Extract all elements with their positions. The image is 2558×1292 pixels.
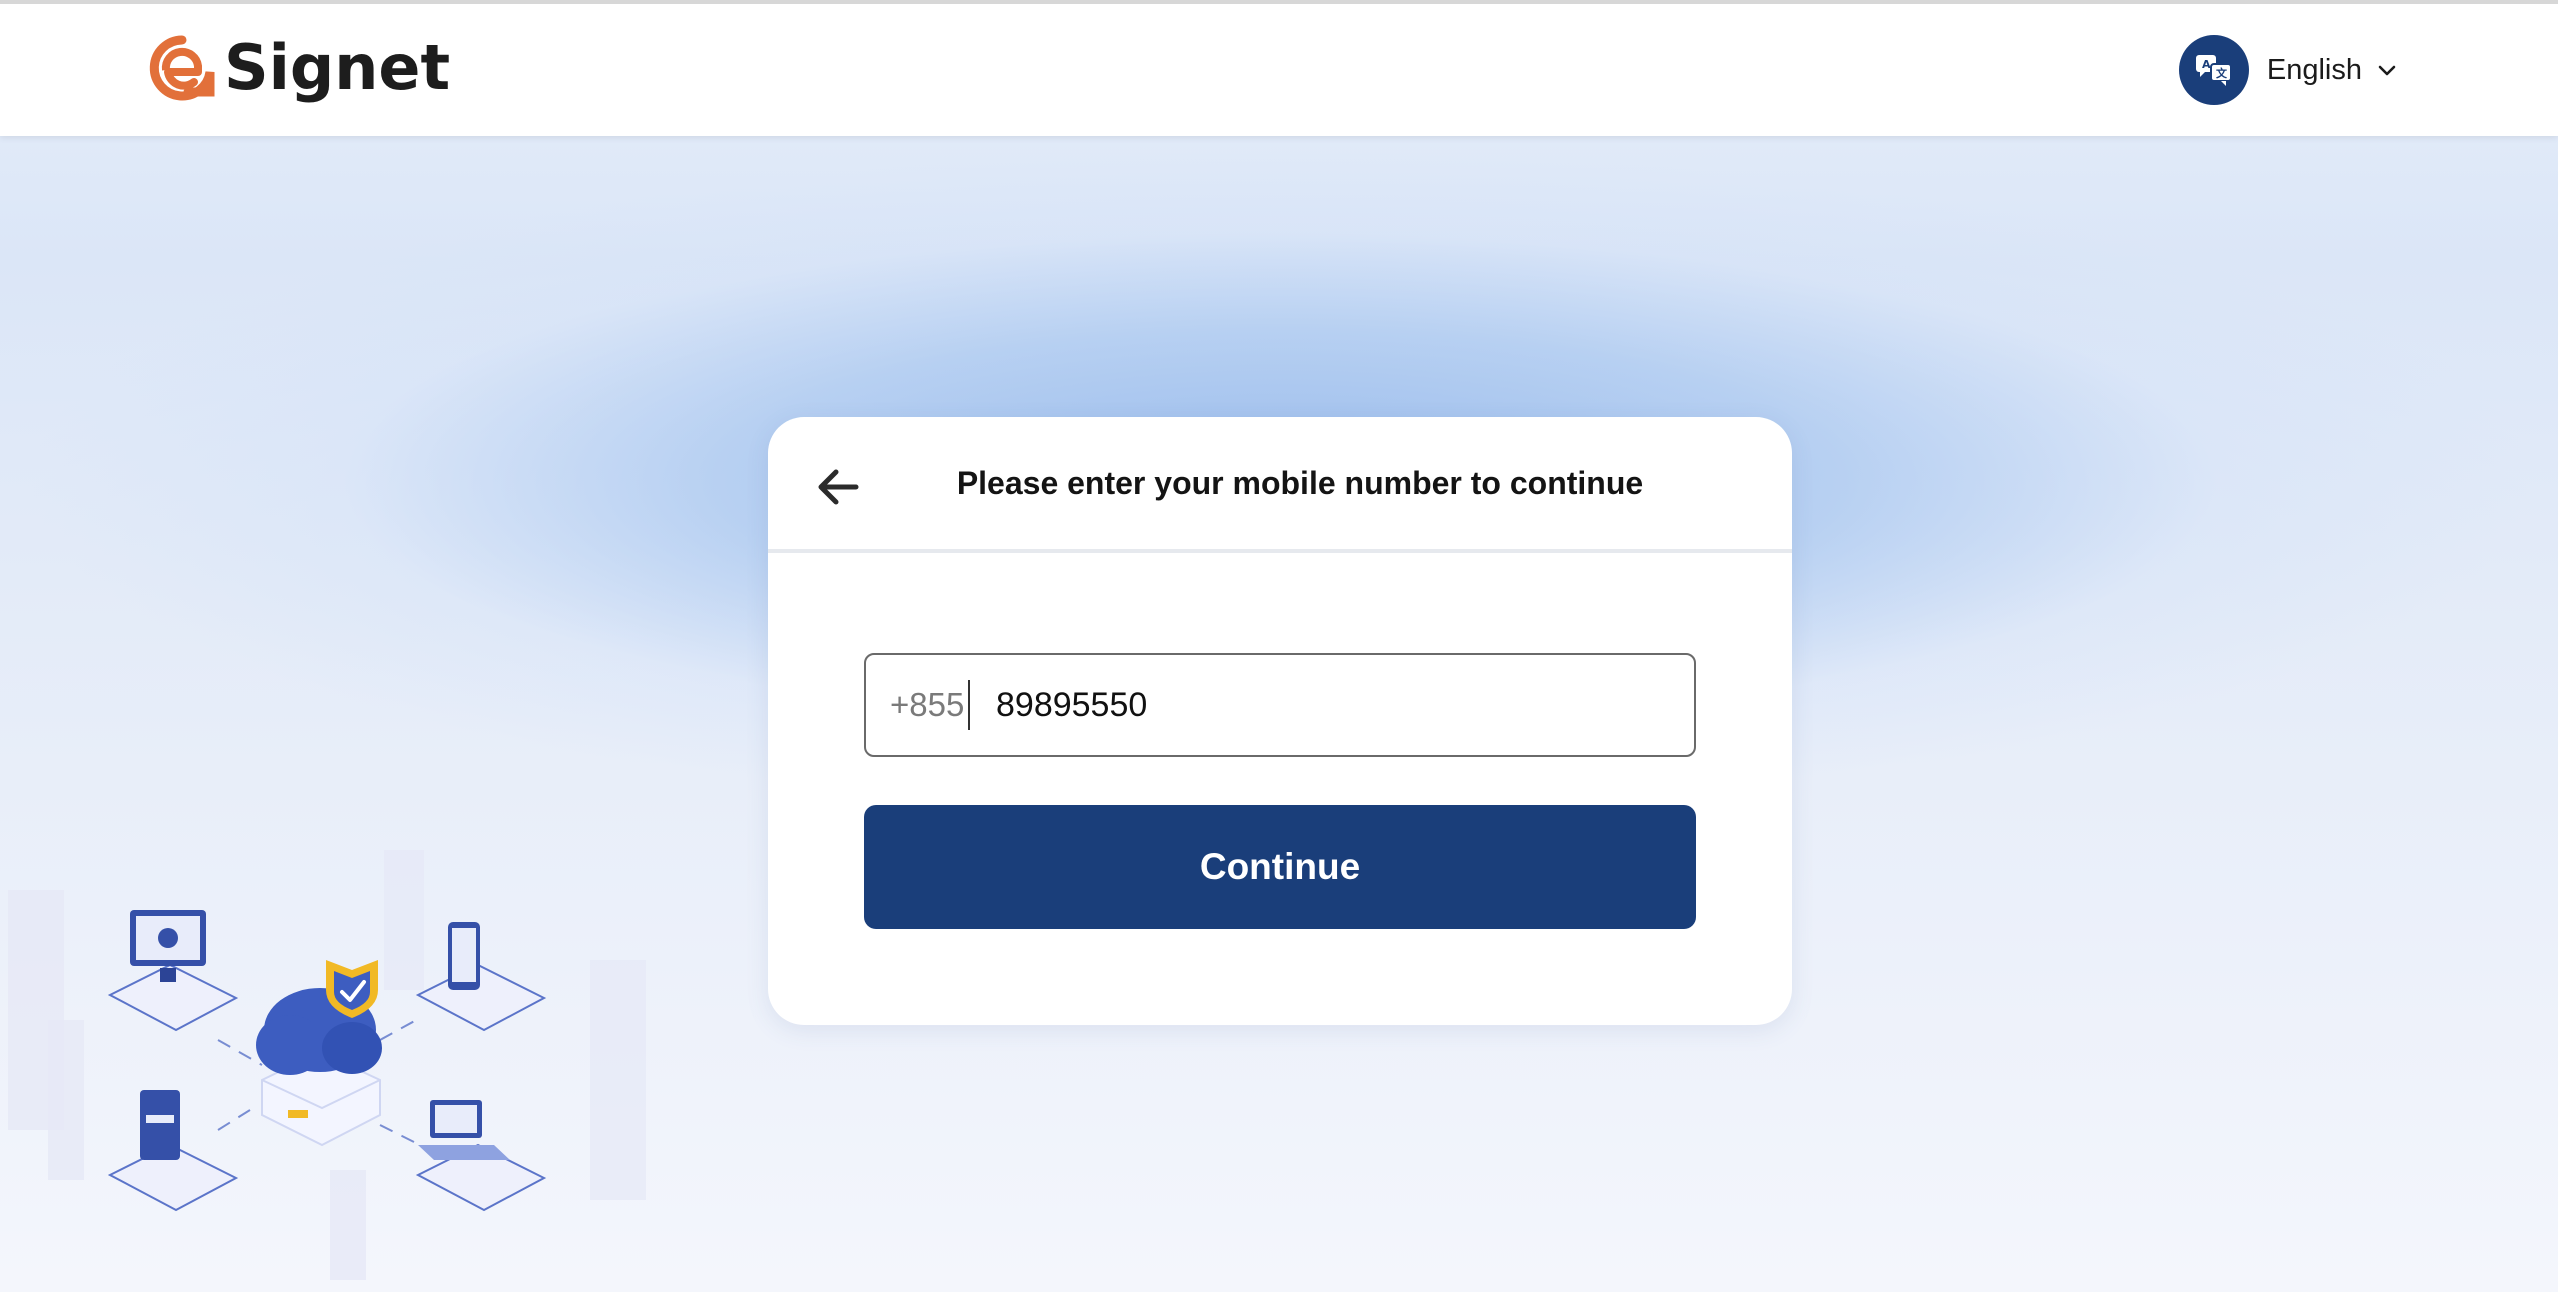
brand-name: Signet bbox=[224, 31, 451, 104]
svg-text:文: 文 bbox=[2216, 66, 2228, 80]
country-code-prefix: +855 bbox=[890, 686, 965, 723]
card-header: Please enter your mobile number to conti… bbox=[768, 417, 1792, 553]
phone-number-field[interactable]: +855 bbox=[864, 653, 1696, 757]
language-label: English bbox=[2266, 53, 2362, 86]
prefix-divider bbox=[968, 680, 970, 730]
top-navigation-bar: Signet A 文 English bbox=[0, 0, 2558, 136]
mobile-number-card: Please enter your mobile number to conti… bbox=[768, 417, 1792, 1025]
language-selector[interactable]: A 文 English bbox=[2178, 34, 2398, 106]
cloud-security-devices-illustration bbox=[0, 840, 700, 1292]
translate-icon: A 文 bbox=[2178, 35, 2249, 105]
signet-logo-icon bbox=[148, 34, 216, 102]
phone-number-input[interactable] bbox=[994, 684, 1658, 726]
svg-text:A: A bbox=[2202, 58, 2211, 71]
brand-logo[interactable]: Signet bbox=[148, 32, 450, 104]
chevron-down-icon bbox=[2378, 65, 2396, 76]
card-title: Please enter your mobile number to conti… bbox=[956, 465, 1644, 501]
continue-button[interactable]: Continue bbox=[864, 805, 1696, 929]
